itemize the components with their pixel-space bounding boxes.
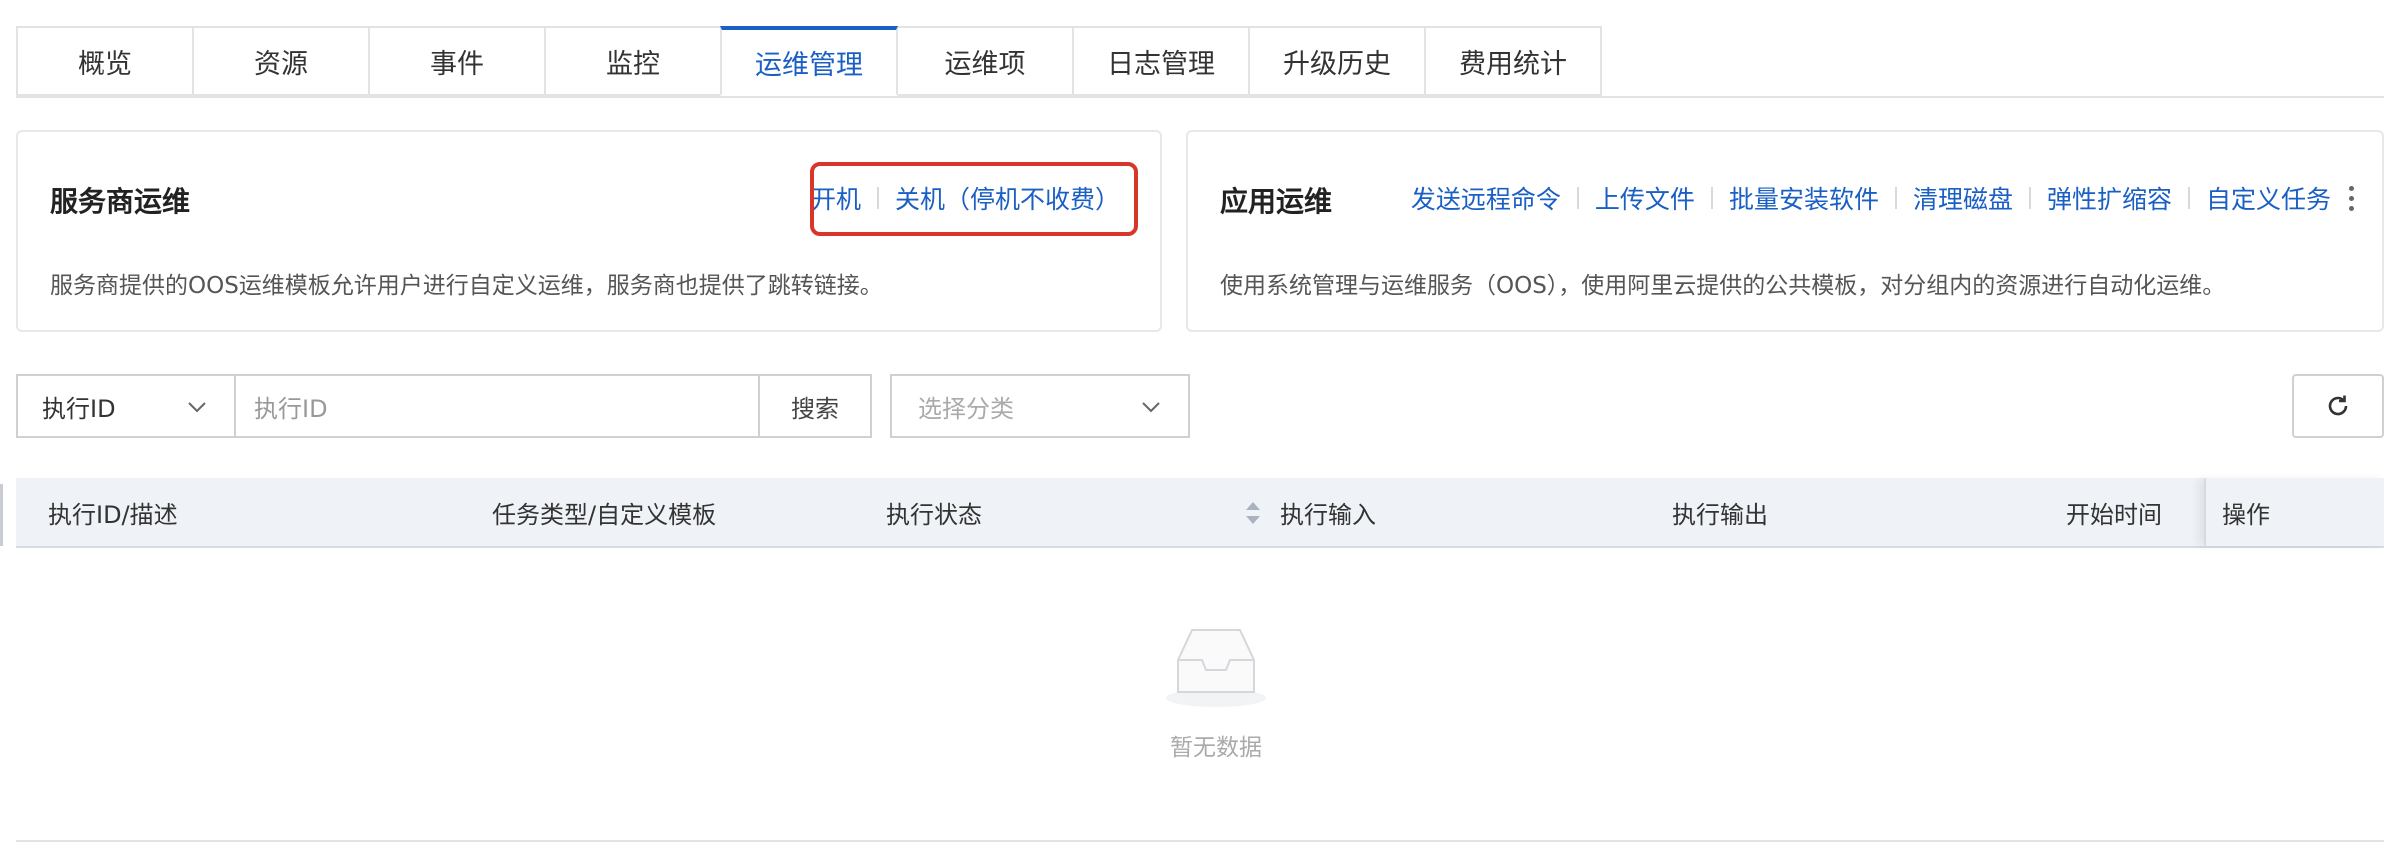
tab-upgrade-history[interactable]: 升级历史	[1248, 26, 1426, 96]
search-field-select[interactable]: 执行ID	[16, 374, 236, 438]
custom-task-link[interactable]: 自定义任务	[2206, 180, 2331, 216]
link-separator	[2187, 187, 2190, 209]
link-separator	[2028, 187, 2031, 209]
batch-install-software-link[interactable]: 批量安装软件	[1729, 180, 1879, 216]
category-placeholder: 选择分类	[918, 394, 1014, 423]
tab-bar: 概览 资源 事件 监控 运维管理 运维项 日志管理 升级历史 费用统计	[16, 26, 1602, 98]
tab-monitoring[interactable]: 监控	[544, 26, 722, 96]
search-button[interactable]: 搜索	[758, 374, 872, 438]
search-input[interactable]: 执行ID	[234, 374, 760, 438]
column-header-task-type: 任务类型/自定义模板	[492, 500, 717, 529]
upload-file-link[interactable]: 上传文件	[1595, 180, 1695, 216]
provider-ops-links: 开机 关机（停机不收费）	[811, 180, 1120, 216]
category-select[interactable]: 选择分类	[890, 374, 1190, 438]
search-input-placeholder: 执行ID	[254, 394, 328, 423]
link-separator	[1710, 187, 1713, 209]
empty-inbox-icon	[1166, 629, 1266, 707]
row-indicator	[0, 484, 3, 546]
clean-disk-link[interactable]: 清理磁盘	[1913, 180, 2013, 216]
app-ops-title: 应用运维	[1220, 185, 1333, 218]
chevron-down-icon	[188, 402, 206, 413]
sort-icon[interactable]	[1244, 500, 1262, 526]
column-header-status[interactable]: 执行状态	[886, 478, 982, 546]
tab-ops-items[interactable]: 运维项	[896, 26, 1074, 96]
tab-ops-management[interactable]: 运维管理	[720, 26, 898, 96]
refresh-icon	[2328, 395, 2348, 416]
more-vertical-icon[interactable]	[2349, 185, 2354, 211]
search-field-value: 执行ID	[42, 394, 116, 423]
elastic-scaling-link[interactable]: 弹性扩缩容	[2047, 180, 2172, 216]
table-header: 执行ID/描述 任务类型/自定义模板 执行状态 执行输入 执行输出 开始时间 操…	[16, 478, 2384, 548]
column-header-start-time: 开始时间	[2066, 500, 2162, 529]
tab-overview[interactable]: 概览	[16, 26, 194, 96]
chevron-down-icon	[1142, 402, 1160, 413]
provider-ops-card: 服务商运维 开机 关机（停机不收费） 服务商提供的OOS运维模板允许用户进行自定…	[16, 130, 1162, 332]
column-header-actions: 操作	[2204, 478, 2384, 546]
tab-events[interactable]: 事件	[368, 26, 546, 96]
link-separator	[876, 187, 879, 209]
send-remote-command-link[interactable]: 发送远程命令	[1411, 180, 1561, 216]
link-separator	[1894, 187, 1897, 209]
app-ops-description: 使用系统管理与运维服务（OOS），使用阿里云提供的公共模板，对分组内的资源进行自…	[1220, 273, 2226, 299]
column-header-output: 执行输出	[1672, 500, 1768, 529]
app-ops-card: 应用运维 发送远程命令 上传文件 批量安装软件 清理磁盘 弹性扩缩容 自定义任务…	[1186, 130, 2384, 332]
column-header-input: 执行输入	[1280, 500, 1376, 529]
tab-divider	[16, 96, 2384, 98]
refresh-button[interactable]	[2292, 374, 2384, 438]
provider-ops-title: 服务商运维	[50, 185, 191, 218]
power-off-link[interactable]: 关机（停机不收费）	[895, 180, 1120, 216]
link-separator	[1576, 187, 1579, 209]
tab-cost-stats[interactable]: 费用统计	[1424, 26, 1602, 96]
app-ops-links: 发送远程命令 上传文件 批量安装软件 清理磁盘 弹性扩缩容 自定义任务	[1411, 180, 2354, 216]
power-on-link[interactable]: 开机	[811, 180, 861, 216]
empty-state	[1156, 620, 1276, 714]
tab-resources[interactable]: 资源	[192, 26, 370, 96]
column-header-id: 执行ID/描述	[48, 500, 178, 529]
provider-ops-description: 服务商提供的OOS运维模板允许用户进行自定义运维，服务商也提供了跳转链接。	[50, 273, 883, 299]
empty-state-text: 暂无数据	[1170, 735, 1262, 761]
tab-log-management[interactable]: 日志管理	[1072, 26, 1250, 96]
table-bottom-divider	[16, 840, 2384, 842]
